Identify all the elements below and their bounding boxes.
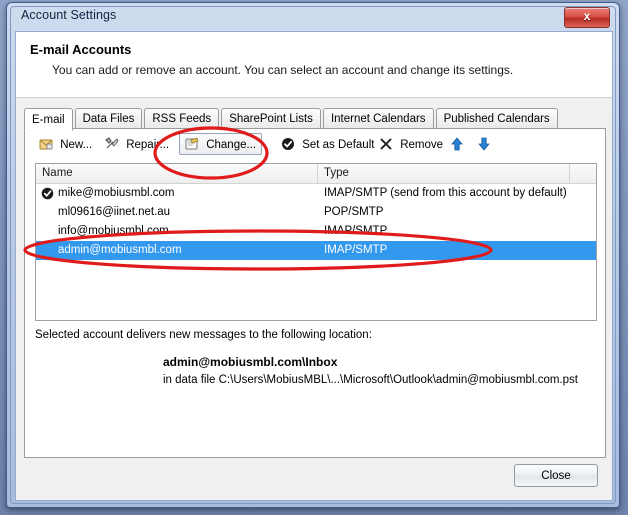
x-cross-icon — [379, 137, 393, 159]
new-button[interactable]: New... — [33, 133, 98, 155]
close-button[interactable]: Close — [514, 464, 598, 487]
arrow-down-icon — [478, 137, 490, 151]
change-settings-icon — [185, 137, 199, 159]
remove-button-label: Remove — [400, 139, 444, 151]
table-row[interactable]: info@mobiusmbl.com IMAP/SMTP — [36, 222, 596, 241]
column-header-name[interactable]: Name — [36, 164, 318, 183]
check-circle-icon — [281, 137, 295, 159]
accounts-toolbar: New... Repair... Change... Set as Defaul… — [25, 129, 605, 159]
delivery-data-file: in data file C:\Users\MobiusMBL\...\Micr… — [163, 374, 578, 386]
column-header-type[interactable]: Type — [318, 164, 570, 183]
account-name: info@mobiusmbl.com — [58, 225, 169, 237]
column-header-extra[interactable] — [570, 164, 596, 183]
account-name: ml09616@iinet.net.au — [58, 206, 171, 218]
tab-data-files[interactable]: Data Files — [74, 108, 143, 129]
account-name: admin@mobiusmbl.com — [58, 244, 182, 256]
delivery-location: admin@mobiusmbl.com\Inbox — [163, 355, 338, 369]
tab-strip: E-mail Data Files RSS Feeds SharePoint L… — [24, 108, 606, 150]
page-title: E-mail Accounts — [30, 42, 132, 57]
table-row-selected[interactable]: admin@mobiusmbl.com IMAP/SMTP — [36, 241, 596, 260]
tab-internet-calendars[interactable]: Internet Calendars — [322, 108, 434, 129]
accounts-list[interactable]: Name Type mike@mobiusmbl.com IMAP/SMTP (… — [35, 163, 597, 321]
account-type: IMAP/SMTP (send from this account by def… — [324, 187, 567, 199]
move-down-button[interactable] — [477, 137, 491, 152]
account-type: IMAP/SMTP — [324, 244, 388, 256]
account-type: IMAP/SMTP — [324, 225, 388, 237]
tab-email[interactable]: E-mail — [24, 108, 73, 131]
title-bar: Account Settings x — [7, 3, 619, 31]
set-as-default-button[interactable]: Set as Default — [275, 133, 380, 155]
table-row[interactable]: mike@mobiusmbl.com IMAP/SMTP (send from … — [36, 184, 596, 203]
arrow-up-icon — [451, 137, 463, 151]
repair-tools-icon — [105, 137, 119, 159]
move-up-button[interactable] — [450, 137, 464, 152]
set-as-default-label: Set as Default — [302, 139, 375, 151]
repair-button-label: Repair... — [126, 139, 170, 151]
email-tab-panel: New... Repair... Change... Set as Defaul… — [24, 128, 606, 458]
table-row[interactable]: ml09616@iinet.net.au POP/SMTP — [36, 203, 596, 222]
new-mail-icon — [39, 137, 53, 159]
page-description: You can add or remove an account. You ca… — [52, 63, 514, 77]
repair-button[interactable]: Repair... — [99, 133, 175, 155]
tab-rss-feeds[interactable]: RSS Feeds — [144, 108, 220, 129]
change-button[interactable]: Change... — [179, 133, 263, 155]
account-type: POP/SMTP — [324, 206, 384, 218]
header-panel: E-mail Accounts You can add or remove an… — [16, 32, 612, 98]
change-button-label: Change... — [206, 139, 257, 151]
delivery-info-label: Selected account delivers new messages t… — [35, 329, 372, 341]
new-button-label: New... — [60, 139, 93, 151]
dialog-footer: Close — [16, 458, 612, 500]
account-name: mike@mobiusmbl.com — [58, 187, 175, 199]
tab-sharepoint-lists[interactable]: SharePoint Lists — [221, 108, 321, 129]
remove-button[interactable]: Remove — [373, 133, 449, 155]
list-header-row: Name Type — [36, 164, 596, 184]
default-account-icon — [41, 187, 54, 200]
window-title: Account Settings — [21, 8, 117, 22]
account-settings-window: Account Settings x E-mail Accounts You c… — [6, 2, 620, 508]
dialog-client-area: E-mail Accounts You can add or remove an… — [15, 31, 613, 501]
tab-published-calendars[interactable]: Published Calendars — [435, 108, 558, 129]
window-close-icon: x — [583, 9, 591, 23]
window-close-button[interactable]: x — [564, 7, 610, 28]
screen: Account Settings x E-mail Accounts You c… — [0, 0, 628, 515]
